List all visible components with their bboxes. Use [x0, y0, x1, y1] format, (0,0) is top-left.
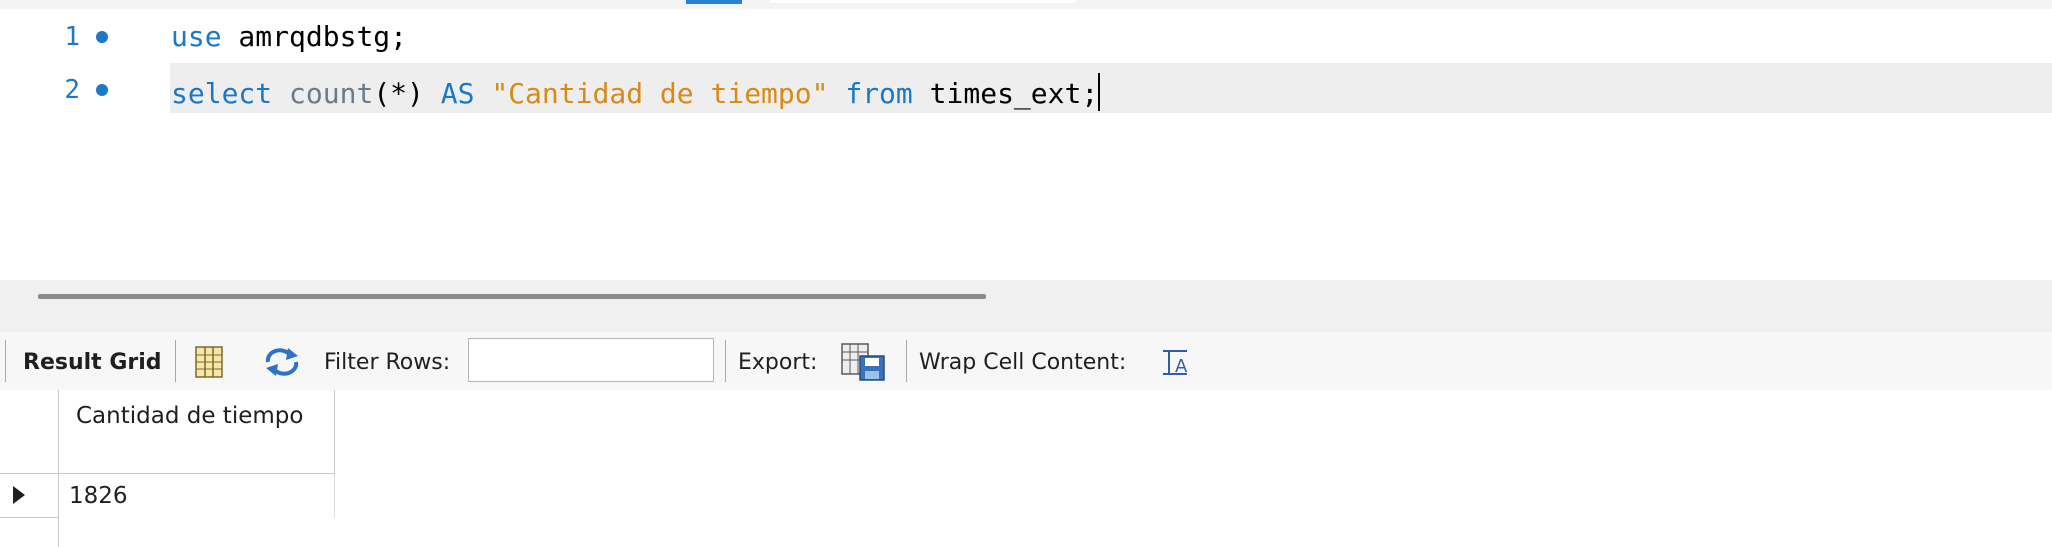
- statement-marker-icon: [96, 31, 108, 43]
- wrap-icon-glyph: A: [1175, 356, 1188, 377]
- code-token: select: [171, 77, 273, 110]
- result-grid-tab[interactable]: Result Grid: [23, 350, 162, 375]
- code-token: use: [171, 20, 222, 53]
- toolbar-fragment-white: [770, 0, 1076, 3]
- toolbar-separator: [725, 340, 726, 382]
- refresh-icon[interactable]: [262, 346, 302, 383]
- code-line-1: use amrqdbstg;: [171, 20, 407, 53]
- grid-cell[interactable]: 1826: [59, 474, 335, 518]
- statement-marker-icon: [96, 84, 108, 96]
- filter-rows-input[interactable]: [468, 338, 714, 382]
- filter-rows-label: Filter Rows:: [324, 350, 451, 375]
- editor-top-edge: [0, 0, 2052, 9]
- code-token: (*): [373, 77, 441, 110]
- wrap-cell-icon[interactable]: A: [1160, 348, 1190, 383]
- grid-corner-header[interactable]: [0, 390, 59, 474]
- editor-line-1[interactable]: 1 use amrqdbstg;: [0, 12, 2052, 62]
- current-row-pointer-icon: [13, 486, 25, 504]
- code-token: count: [289, 77, 374, 110]
- line-number: 2: [64, 75, 80, 105]
- row-header[interactable]: [0, 474, 59, 518]
- code-line-2: select count(*) AS "Cantidad de tiempo" …: [171, 73, 1101, 111]
- wrap-cell-content-label: Wrap Cell Content:: [919, 350, 1127, 375]
- grid-view-icon[interactable]: [194, 345, 226, 384]
- row-header-column: [0, 518, 59, 547]
- toolbar-separator: [906, 340, 907, 382]
- code-token: AS: [440, 77, 475, 110]
- toolbar-separator: [5, 340, 6, 382]
- code-token: amrqdbstg;: [221, 20, 408, 53]
- toolbar-fragment-blue: [686, 0, 742, 4]
- column-header-cantidad-de-tiempo[interactable]: Cantidad de tiempo: [59, 390, 335, 474]
- horizontal-scrollbar[interactable]: [38, 294, 986, 299]
- export-label: Export:: [738, 350, 818, 375]
- code-token: from: [845, 77, 913, 110]
- toolbar-separator: [175, 340, 176, 382]
- sql-editor[interactable]: 1 use amrqdbstg; 2 select count(*) AS "C…: [0, 0, 2052, 280]
- line-number: 1: [64, 22, 80, 52]
- export-icon[interactable]: [840, 342, 886, 387]
- editor-line-2[interactable]: 2 select count(*) AS "Cantidad de tiempo…: [0, 63, 2052, 113]
- code-token: "Cantidad de tiempo": [491, 77, 829, 110]
- editor-scroll-area: [0, 280, 2052, 332]
- text-caret: [1098, 73, 1101, 111]
- code-token: times_ext;: [912, 77, 1099, 110]
